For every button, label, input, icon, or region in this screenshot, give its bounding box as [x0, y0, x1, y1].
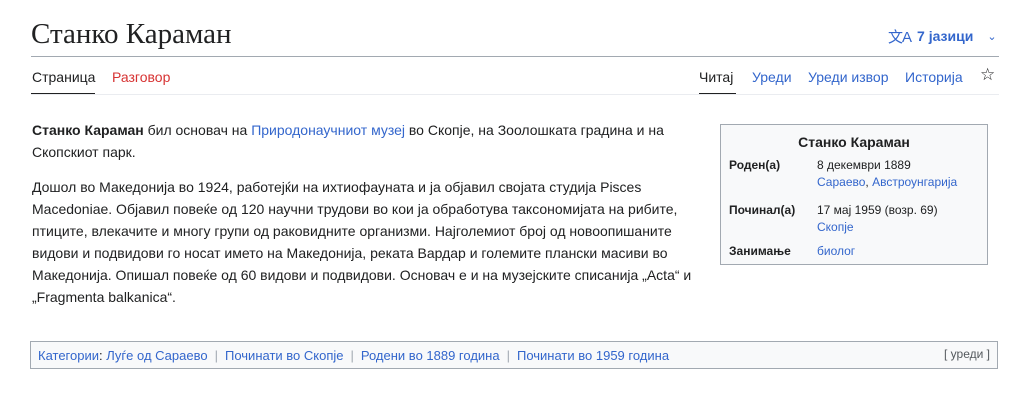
infobox: Станко Караман Роден(а) 8 декември 1889 …: [720, 124, 988, 265]
died-value: 17 мај 1959 (возр. 69) Скопје: [817, 202, 938, 236]
categories-label[interactable]: Категории: [38, 348, 99, 363]
categories-colon: :: [99, 347, 103, 363]
translate-icon: 文A: [888, 28, 912, 46]
tab-history[interactable]: Историја: [905, 67, 963, 87]
born-place: Сараево, Австроунгарија: [817, 174, 957, 191]
category-separator: |: [214, 347, 218, 363]
died-label: Починал(а): [729, 203, 796, 217]
tab-talk[interactable]: Разговор: [112, 67, 170, 87]
category-link[interactable]: Родени во 1889 година: [361, 348, 500, 363]
category-link[interactable]: Починати во 1959 година: [517, 348, 669, 363]
subject-name: Станко Караман: [32, 122, 144, 138]
page-title: Станко Караман: [31, 18, 232, 50]
died-date: 17 мај 1959 (возр. 69): [817, 203, 938, 217]
born-date: 8 декември 1889: [817, 158, 911, 172]
skopje-link[interactable]: Скопје: [817, 220, 854, 234]
austria-hungary-link[interactable]: Австроунгарија: [872, 175, 957, 189]
infobox-title: Станко Караман: [798, 134, 910, 150]
tab-page[interactable]: Страница: [32, 67, 95, 87]
category-link[interactable]: Луѓе од Сараево: [106, 348, 207, 363]
language-count-label: 7 јазици: [917, 28, 974, 44]
occupation-label: Занимање: [729, 244, 791, 258]
category-link[interactable]: Починати во Скопје: [225, 348, 344, 363]
watch-star-icon[interactable]: ☆: [980, 65, 995, 85]
museum-link[interactable]: Природонаучниот музеј: [251, 122, 405, 138]
tab-edit-source[interactable]: Уреди извор: [808, 67, 889, 87]
chevron-down-icon: ⌄: [987, 30, 997, 43]
biologist-link[interactable]: биолог: [817, 244, 855, 258]
born-label: Роден(а): [729, 158, 781, 172]
language-button[interactable]: 文A 7 јазици ⌄: [888, 24, 997, 48]
sarajevo-link[interactable]: Сараево: [817, 175, 865, 189]
paragraph-text: бил основач на: [143, 122, 252, 138]
born-value: 8 декември 1889 Сараево, Австроунгарија: [817, 157, 957, 191]
category-links: Категории: Луѓе од Сараево | Починати во …: [30, 341, 998, 369]
edit-categories-link[interactable]: [ уреди ]: [944, 347, 990, 361]
article-paragraph: Станко Караман бил основач на Природонау…: [32, 119, 708, 163]
nav-divider: [31, 94, 999, 95]
title-divider: [31, 56, 999, 57]
tab-read[interactable]: Читај: [699, 67, 733, 87]
category-separator: |: [350, 347, 354, 363]
category-separator: |: [506, 347, 510, 363]
article-paragraph: Дошол во Македонија во 1924, работејќи н…: [32, 179, 692, 305]
tab-edit[interactable]: Уреди: [752, 67, 792, 87]
